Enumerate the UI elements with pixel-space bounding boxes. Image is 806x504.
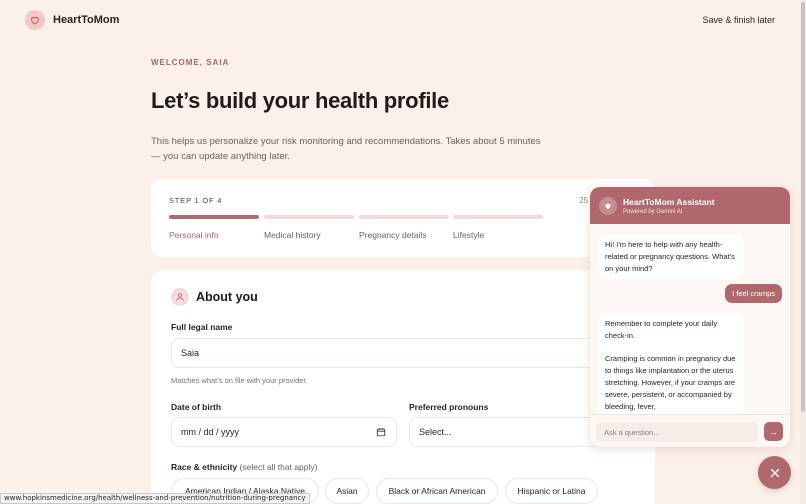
dob-label: Date of birth [171, 402, 222, 412]
pronouns-label: Preferred pronouns [409, 402, 489, 412]
close-icon [770, 468, 779, 477]
chat-message-bot: Remember to complete your daily check-in… [598, 313, 744, 414]
chat-panel: HeartToMom Assistant Powered by Gemini A… [590, 187, 790, 447]
welcome-eyebrow: WELCOME, SAIA [151, 58, 230, 67]
step-lifestyle[interactable]: Lifestyle [453, 230, 484, 240]
chip-label: Hispanic or Latina [517, 486, 586, 496]
top-bar: HeartToMom Save & finish later [0, 0, 806, 42]
race-label: Race & ethnicity (select all that apply) [171, 462, 317, 472]
chat-input-placeholder: Ask a question... [604, 427, 660, 437]
step-bar-medical-history [264, 215, 354, 219]
full-name-input[interactable]: Saia [171, 338, 655, 368]
chat-subtitle: Powered by Gemini AI [623, 209, 683, 215]
calendar-icon[interactable] [376, 427, 386, 439]
chat-message-user: I feel cramps [725, 284, 782, 303]
progress-card: STEP 1 OF 4 25 Personal info Medical his… [151, 179, 655, 257]
page-scrollbar[interactable] [800, 0, 806, 504]
chip-asian[interactable]: Asian [325, 478, 369, 504]
person-icon [171, 288, 189, 306]
chat-input-row: Ask a question... → [590, 414, 790, 447]
step-personal-info[interactable]: Personal info [169, 230, 219, 240]
progress-percent-value: 25 [579, 196, 588, 205]
about-you-card: About you Full legal name Saia Matches w… [151, 270, 655, 504]
dob-placeholder: mm / dd / yyyy [181, 427, 240, 437]
chip-hispanic-latina[interactable]: Hispanic or Latina [505, 478, 598, 504]
step-pregnancy-details[interactable]: Pregnancy details [359, 230, 427, 240]
heart-icon [599, 197, 617, 215]
chip-label: Asian [336, 486, 358, 496]
chip-label: Black or African American [388, 486, 486, 496]
chat-title: HeartToMom Assistant [623, 197, 715, 207]
step-bar-lifestyle [453, 215, 543, 219]
chat-header: HeartToMom Assistant Powered by Gemini A… [590, 187, 790, 224]
section-title: About you [196, 290, 258, 304]
intro-description: This helps us personalize your risk moni… [151, 136, 541, 162]
step-bar-personal-info [169, 215, 259, 219]
status-bar-url: www.hopkinsmedicine.org/health/wellness-… [0, 493, 310, 504]
heart-icon [25, 10, 45, 30]
save-finish-later-link[interactable]: Save & finish later [702, 15, 775, 25]
scrollbar-thumb[interactable] [801, 2, 805, 412]
step-medical-history[interactable]: Medical history [264, 230, 321, 240]
progress-percent: 25 [579, 196, 588, 205]
arrow-right-icon: → [769, 426, 778, 437]
step-counter: STEP 1 OF 4 [169, 196, 223, 205]
pronouns-selected: Select... [419, 427, 452, 437]
dob-input[interactable]: mm / dd / yyyy [171, 417, 397, 447]
chip-black-african-american[interactable]: Black or African American [376, 478, 498, 504]
step-bar-pregnancy-details [359, 215, 449, 219]
full-name-help: Matches what’s on file with your provide… [171, 376, 308, 385]
brand-name[interactable]: HeartToMom [53, 14, 119, 26]
chat-close-button[interactable] [758, 456, 791, 489]
race-sublabel: (select all that apply) [239, 462, 318, 472]
full-name-label: Full legal name [171, 322, 233, 332]
full-name-value: Saia [181, 348, 200, 358]
page-title: Let’s build your health profile [151, 88, 449, 113]
chat-message-bot: Hi! I'm here to help with any health-rel… [598, 234, 744, 280]
race-label-text: Race & ethnicity [171, 462, 238, 472]
chat-input[interactable]: Ask a question... [596, 422, 758, 442]
send-button[interactable]: → [764, 422, 783, 441]
